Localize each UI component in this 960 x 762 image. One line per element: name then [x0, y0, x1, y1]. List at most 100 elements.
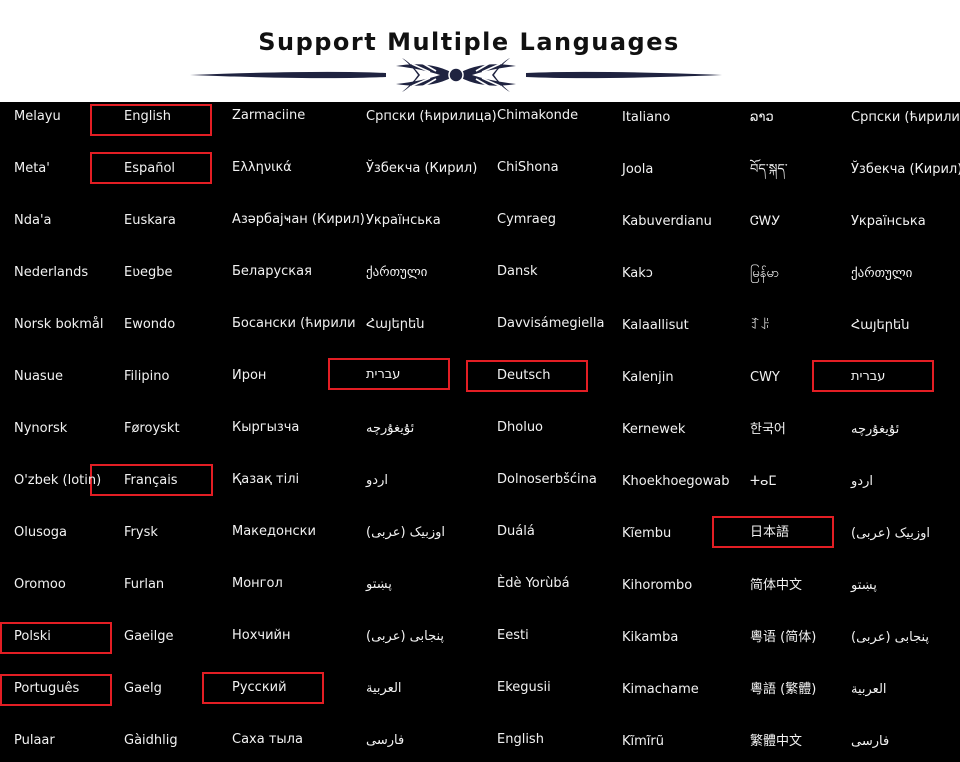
- language-item[interactable]: Olusoga: [14, 525, 67, 541]
- language-item[interactable]: Kalaallisut: [622, 318, 689, 334]
- language-item[interactable]: English: [124, 109, 171, 125]
- language-item[interactable]: 粵语 (简体): [750, 630, 816, 646]
- language-item[interactable]: Kĩembu: [622, 526, 671, 542]
- language-item[interactable]: العربية: [366, 681, 402, 697]
- language-item[interactable]: Zarmaciine: [232, 108, 305, 124]
- language-item[interactable]: Frysk: [124, 525, 158, 541]
- language-item[interactable]: Polski: [14, 629, 51, 645]
- language-item[interactable]: Kihorombo: [622, 578, 692, 594]
- language-item[interactable]: Босански (ћирилица): [232, 316, 356, 332]
- language-item[interactable]: Ελληνικά: [232, 160, 292, 176]
- language-item[interactable]: Kimachame: [622, 682, 699, 698]
- language-item[interactable]: Nda'a: [14, 213, 51, 229]
- language-item[interactable]: ꆈꌠ: [750, 318, 770, 334]
- language-item[interactable]: Gaelg: [124, 681, 162, 697]
- language-item[interactable]: ئۇيغۇرچە: [366, 421, 414, 437]
- language-item[interactable]: Èdè Yorùbá: [497, 576, 570, 592]
- language-item[interactable]: Српски (ћирилица): [366, 109, 497, 125]
- language-item[interactable]: 简体中文: [750, 578, 802, 594]
- language-item[interactable]: العربية: [851, 682, 887, 698]
- language-item[interactable]: فارسی: [366, 733, 404, 749]
- language-item[interactable]: မြန်မာ: [750, 266, 779, 282]
- language-item[interactable]: Нохчийн: [232, 628, 291, 644]
- language-item[interactable]: Nuasue: [14, 369, 63, 385]
- language-item[interactable]: اردو: [851, 474, 873, 490]
- language-item[interactable]: Ekegusii: [497, 680, 551, 696]
- language-item[interactable]: Khoekhoegowab: [622, 474, 730, 490]
- language-item[interactable]: ქართული: [366, 265, 427, 281]
- language-item[interactable]: Chimakonde: [497, 108, 578, 124]
- language-item[interactable]: Kĩmĩrũ: [622, 734, 664, 750]
- language-item[interactable]: Dholuo: [497, 420, 543, 436]
- language-item[interactable]: پنجابی (عربی): [851, 630, 929, 646]
- language-item[interactable]: Ewondo: [124, 317, 175, 333]
- language-item[interactable]: Українська: [851, 214, 926, 230]
- language-item[interactable]: اردو: [366, 473, 388, 489]
- language-item[interactable]: O'zbek (lotin): [14, 473, 101, 489]
- language-item[interactable]: Русский: [232, 680, 287, 696]
- language-item[interactable]: Кыргызча: [232, 420, 299, 436]
- language-item[interactable]: 日本語: [750, 525, 789, 541]
- language-item[interactable]: Ирон: [232, 368, 266, 384]
- language-item[interactable]: Italiano: [622, 110, 670, 126]
- language-item[interactable]: Српски (ћирилица): [851, 110, 960, 126]
- language-item[interactable]: Kikamba: [622, 630, 678, 646]
- language-item[interactable]: Davvisámegiella: [497, 316, 604, 332]
- language-item[interactable]: اوزبیک (عربی): [366, 525, 445, 541]
- language-item[interactable]: ⵜⴰⵎ: [750, 474, 776, 490]
- language-item[interactable]: Ўзбекча (Кирил): [366, 161, 477, 177]
- language-item[interactable]: Азәрбајҹан (Кирил): [232, 212, 365, 228]
- language-item[interactable]: Беларуская: [232, 264, 312, 280]
- language-item[interactable]: Dansk: [497, 264, 538, 280]
- language-item[interactable]: བོད་སྐད་: [750, 162, 788, 178]
- language-item[interactable]: Deutsch: [497, 368, 551, 384]
- language-item[interactable]: Македонски: [232, 524, 316, 540]
- language-item[interactable]: Eesti: [497, 628, 529, 644]
- language-item[interactable]: ລາວ: [750, 110, 774, 126]
- language-item[interactable]: עברית: [366, 367, 400, 383]
- language-item[interactable]: Հայերեն: [851, 318, 909, 334]
- language-item[interactable]: Gaeilge: [124, 629, 174, 645]
- language-item[interactable]: Kalenjin: [622, 370, 674, 386]
- language-item[interactable]: پښتو: [366, 577, 392, 593]
- language-item[interactable]: Français: [124, 473, 178, 489]
- language-item[interactable]: ქართული: [851, 266, 912, 282]
- language-item[interactable]: Nederlands: [14, 265, 88, 281]
- language-item[interactable]: فارسی: [851, 734, 889, 750]
- language-item[interactable]: Cymraeg: [497, 212, 556, 228]
- language-item[interactable]: English: [497, 732, 544, 748]
- language-item[interactable]: עברית: [851, 369, 885, 385]
- language-item[interactable]: 繁體中文: [750, 734, 802, 750]
- language-item[interactable]: Հայերեն: [366, 317, 424, 333]
- language-item[interactable]: پښتو: [851, 578, 877, 594]
- language-item[interactable]: Қазақ тілі: [232, 472, 299, 488]
- language-item[interactable]: Монгол: [232, 576, 283, 592]
- language-item[interactable]: Dolnoserbšćina: [497, 472, 597, 488]
- language-item[interactable]: Kabuverdianu: [622, 214, 712, 230]
- language-item[interactable]: Nynorsk: [14, 421, 67, 437]
- language-item[interactable]: 粵語 (繁體): [750, 682, 816, 698]
- language-item[interactable]: Melayu: [14, 109, 61, 125]
- language-item[interactable]: Саха тыла: [232, 732, 303, 748]
- language-item[interactable]: Føroyskt: [124, 421, 180, 437]
- language-item[interactable]: Ўзбекча (Кирил): [851, 162, 960, 178]
- language-item[interactable]: Українська: [366, 213, 441, 229]
- language-item[interactable]: Furlan: [124, 577, 164, 593]
- language-item[interactable]: Norsk bokmål: [14, 317, 103, 333]
- language-item[interactable]: Español: [124, 161, 175, 177]
- language-item[interactable]: ChiShona: [497, 160, 559, 176]
- language-item[interactable]: Eʋegbe: [124, 265, 173, 281]
- language-item[interactable]: 한국어: [750, 422, 786, 438]
- language-item[interactable]: Euskara: [124, 213, 176, 229]
- language-item[interactable]: Kakɔ: [622, 266, 653, 282]
- language-item[interactable]: Filipino: [124, 369, 169, 385]
- language-item[interactable]: Pulaar: [14, 733, 55, 749]
- language-item[interactable]: Português: [14, 681, 79, 697]
- language-item[interactable]: اوزبیک (عربی): [851, 526, 930, 542]
- language-item[interactable]: Duálá: [497, 524, 535, 540]
- language-item[interactable]: ᏣᎳᎩ: [750, 214, 780, 230]
- language-item[interactable]: ئۇيغۇرچە: [851, 422, 899, 438]
- language-item[interactable]: پنجابی (عربی): [366, 629, 444, 645]
- language-item[interactable]: Meta': [14, 161, 50, 177]
- language-item[interactable]: Kernewek: [622, 422, 685, 438]
